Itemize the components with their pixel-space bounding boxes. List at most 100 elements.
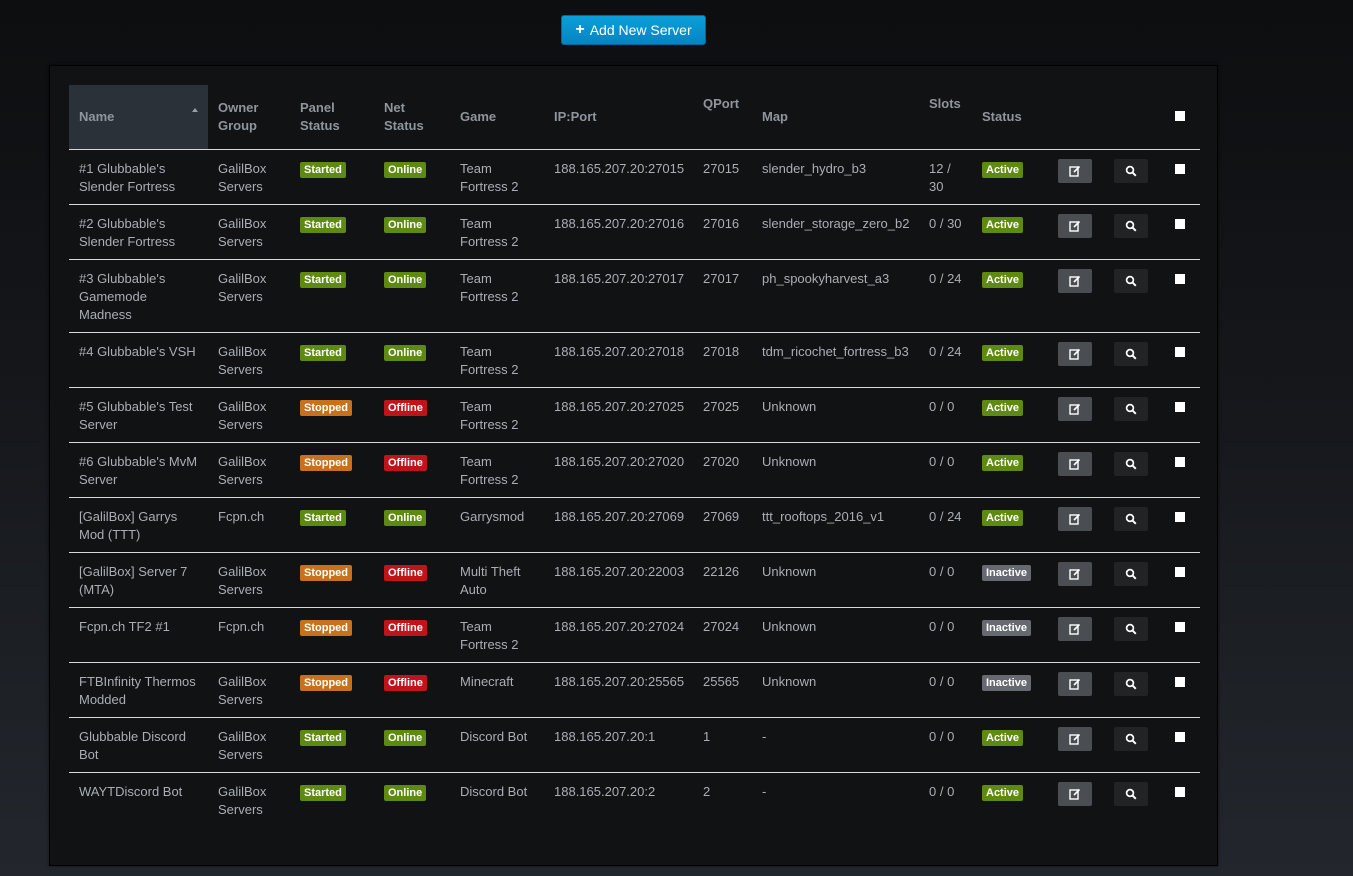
edit-button[interactable] [1058,617,1092,641]
row-checkbox[interactable] [1174,567,1185,577]
net-status-cell: Online [374,497,450,553]
owner-group: GalilBox Servers [218,784,267,817]
view-cell [1103,387,1159,443]
row-checkbox[interactable] [1174,164,1185,174]
edit-button[interactable] [1058,342,1092,366]
header-status[interactable]: Status [972,85,1047,150]
header-game[interactable]: Game [450,85,544,150]
row-checkbox[interactable] [1174,512,1185,522]
row-checkbox[interactable] [1174,347,1185,357]
status-badge: Active [982,217,1024,233]
net-status-badge: Offline [384,455,427,471]
view-cell [1103,497,1159,553]
select-cell [1159,332,1200,388]
header-name[interactable]: Name [69,85,208,150]
edit-button[interactable] [1058,507,1092,531]
search-icon [1125,165,1137,177]
view-button[interactable] [1114,782,1148,806]
header-qport[interactable]: QPort [693,85,752,150]
edit-button[interactable] [1058,672,1092,696]
owner-group: GalilBox Servers [208,717,290,773]
status-badge: Active [982,730,1024,746]
net-status-badge: Online [384,510,427,526]
header-ip-port[interactable]: IP:Port [544,85,693,150]
view-button[interactable] [1114,507,1148,531]
view-button[interactable] [1114,159,1148,183]
search-icon [1125,733,1137,745]
panel-status-badge: Stopped [300,400,352,416]
edit-button[interactable] [1058,727,1092,751]
qport: 27017 [693,259,752,333]
game: Team Fortress 2 [450,332,544,388]
view-button[interactable] [1114,342,1148,366]
select-cell [1159,259,1200,333]
owner-group: Fcpn.ch [208,607,290,663]
row-checkbox[interactable] [1174,732,1185,742]
edit-button[interactable] [1058,452,1092,476]
status-cell: Active [972,773,1047,828]
view-button[interactable] [1114,672,1148,696]
table-row: WAYTDiscord Bot GalilBox Servers Started On… [69,773,1200,828]
search-icon [1125,568,1137,580]
owner-group: GalilBox Servers [208,662,290,718]
view-button[interactable] [1114,214,1148,238]
slots: 0 / 0 [919,607,972,663]
header-owner-group[interactable]: Owner Group [208,85,290,150]
edit-icon [1069,513,1081,525]
owner-group: Fcpn.ch [208,497,290,553]
view-button[interactable] [1114,617,1148,641]
map: Unknown [752,387,919,443]
header-slots[interactable]: Slots [919,85,972,150]
ip-port: 188.165.207.20:27017 [544,259,693,333]
row-checkbox[interactable] [1174,274,1185,284]
select-all-checkbox[interactable] [1174,111,1185,121]
table-row: [GalilBox] Garrys Mod (TTT) Fcpn.ch Starte… [69,497,1200,553]
status-cell: Active [972,717,1047,773]
ip-port: 188.165.207.20:27069 [544,497,693,553]
game: Discord Bot [460,784,528,799]
edit-cell [1047,149,1103,205]
edit-button[interactable] [1058,159,1092,183]
view-cell [1103,717,1159,773]
panel-status-cell: Stopped [290,607,374,663]
qport: 27020 [693,442,752,498]
table-row: #3 Glubbable's Gamemode Madness GalilBox … [69,259,1200,333]
row-checkbox[interactable] [1174,622,1185,632]
view-button[interactable] [1114,397,1148,421]
view-button[interactable] [1114,452,1148,476]
ip-port: 188.165.207.20:27024 [544,607,693,663]
view-button[interactable] [1114,562,1148,586]
edit-cell [1047,497,1103,553]
ip-port: 188.165.207.20:27020 [544,442,693,498]
status-badge: Active [982,400,1024,416]
edit-button[interactable] [1058,782,1092,806]
edit-button[interactable] [1058,214,1092,238]
map: slender_hydro_b3 [752,149,919,205]
view-cell [1103,149,1159,205]
edit-cell [1047,717,1103,773]
table-row: #1 Glubbable's Slender Fortress GalilBox … [69,149,1200,205]
panel-status-cell: Stopped [290,552,374,608]
row-checkbox[interactable] [1174,677,1185,687]
net-status-cell: Online [374,204,450,260]
row-checkbox[interactable] [1174,402,1185,412]
net-status-cell: Online [374,717,450,773]
view-button[interactable] [1114,727,1148,751]
row-checkbox[interactable] [1174,787,1185,797]
add-new-server-button[interactable]: + Add New Server [561,15,706,45]
edit-button[interactable] [1058,562,1092,586]
header-panel-status[interactable]: Panel Status [290,85,374,150]
header-map[interactable]: Map [752,85,919,150]
net-status-badge: Online [384,730,427,746]
status-cell: Active [972,442,1047,498]
header-net-status[interactable]: Net Status [374,85,450,150]
select-cell [1159,442,1200,498]
edit-button[interactable] [1058,269,1092,293]
edit-button[interactable] [1058,397,1092,421]
view-button[interactable] [1114,269,1148,293]
row-checkbox[interactable] [1174,219,1185,229]
row-checkbox[interactable] [1174,457,1185,467]
panel-status-cell: Started [290,497,374,553]
edit-icon [1069,458,1081,470]
edit-cell [1047,204,1103,260]
